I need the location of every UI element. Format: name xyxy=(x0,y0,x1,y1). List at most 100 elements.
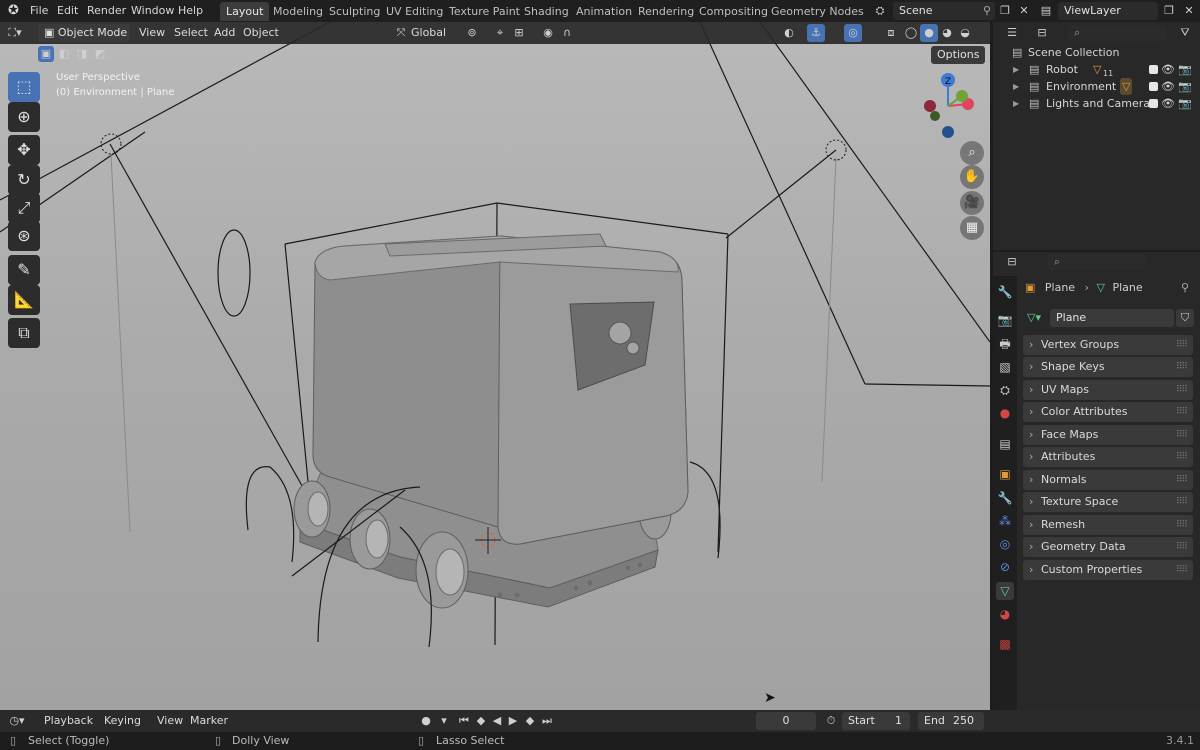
render-camera-icon[interactable]: 📷 xyxy=(1178,95,1192,112)
orientation-icon[interactable]: ⤧ xyxy=(392,24,410,42)
current-frame-field[interactable]: 0 xyxy=(756,712,816,730)
outliner-item[interactable]: ▶ ▤ Environment ▽ 👁 📷 xyxy=(993,78,1200,95)
tab-geometry-nodes[interactable]: Geometry Nodes xyxy=(765,2,870,21)
properties-type-icon[interactable]: ⊟ xyxy=(1003,253,1021,271)
drag-grip-icon[interactable]: ⠿⠿ xyxy=(1176,470,1188,490)
delete-view-layer-icon[interactable]: ✕ xyxy=(1180,2,1198,20)
eye-icon[interactable]: 👁 xyxy=(1161,61,1175,78)
snap-target-icon[interactable]: ⊞ xyxy=(510,24,528,42)
new-view-layer-icon[interactable]: ❐ xyxy=(1160,2,1178,20)
panel-vertex-groups[interactable]: › Vertex Groups ⠿⠿ xyxy=(1023,335,1193,355)
zoom-icon[interactable]: ⌕ xyxy=(960,141,984,165)
jump-end-icon[interactable]: ⏭ xyxy=(538,712,556,730)
outliner-type-icon[interactable]: ☰ xyxy=(1003,24,1021,42)
tab-texture-paint[interactable]: Texture Paint xyxy=(443,2,526,21)
snap-icon[interactable]: ⌖ xyxy=(491,24,509,42)
select-extend-icon[interactable]: ◧ xyxy=(56,46,72,62)
tab-layout[interactable]: Layout xyxy=(220,2,270,21)
expand-arrow-icon[interactable]: ▶ xyxy=(1013,61,1019,78)
menu-object[interactable]: Object xyxy=(243,22,279,44)
render-tab-icon[interactable]: 📷 xyxy=(996,311,1014,329)
measure-tool[interactable]: 📐 xyxy=(8,285,40,315)
drag-grip-icon[interactable]: ⠿⠿ xyxy=(1176,447,1188,467)
drag-grip-icon[interactable]: ⠿⠿ xyxy=(1176,380,1188,400)
drag-grip-icon[interactable]: ⠿⠿ xyxy=(1176,425,1188,445)
drag-grip-icon[interactable]: ⠿⠿ xyxy=(1176,560,1188,580)
pin-icon[interactable]: ⚲ xyxy=(983,2,991,20)
drag-grip-icon[interactable]: ⠿⠿ xyxy=(1176,335,1188,355)
modifier-tab-icon[interactable]: 🔧 xyxy=(996,489,1014,507)
scene-selector[interactable]: Scene ⚲ xyxy=(893,2,995,20)
menu-window[interactable]: Window xyxy=(131,0,174,22)
move-tool[interactable]: ✥ xyxy=(8,135,40,165)
menu-add[interactable]: Add xyxy=(214,22,235,44)
particles-tab-icon[interactable]: ⁂ xyxy=(996,512,1014,530)
view-layer-tab-icon[interactable]: ▧ xyxy=(996,358,1014,376)
transform-orientation[interactable]: Global xyxy=(411,22,446,44)
timeline-type-icon[interactable]: ◷▾ xyxy=(8,712,26,730)
end-frame-field[interactable]: End 250 xyxy=(918,712,984,730)
pan-hand-icon[interactable]: ✋ xyxy=(960,165,984,189)
panel-face-maps[interactable]: › Face Maps ⠿⠿ xyxy=(1023,425,1193,445)
play-icon[interactable]: ▶ xyxy=(504,712,522,730)
delete-scene-icon[interactable]: ✕ xyxy=(1015,2,1033,20)
view-layer-selector[interactable]: ViewLayer xyxy=(1058,2,1158,20)
visibility-icon[interactable]: ◐ xyxy=(780,24,798,42)
cursor-tool[interactable]: ⊕ xyxy=(8,102,40,132)
tab-rendering[interactable]: Rendering xyxy=(632,2,700,21)
scene-tab-icon[interactable]: ⛭ xyxy=(996,381,1014,399)
rendered-shading-icon[interactable]: ◒ xyxy=(956,24,974,42)
eye-icon[interactable]: 👁 xyxy=(1161,78,1175,95)
tab-uv-editing[interactable]: UV Editing xyxy=(380,2,449,21)
transform-tool[interactable]: ⊛ xyxy=(8,221,40,251)
mesh-data-tab-icon[interactable]: ▽ xyxy=(996,582,1014,600)
select-subtract-icon[interactable]: ◨ xyxy=(74,46,90,62)
physics-tab-icon[interactable]: ◎ xyxy=(996,535,1014,553)
view-layer-icon[interactable]: ▤ xyxy=(1037,2,1055,20)
mesh-datablock-icon[interactable]: ▽▾ xyxy=(1027,309,1041,327)
panel-shape-keys[interactable]: › Shape Keys ⠿⠿ xyxy=(1023,357,1193,377)
material-tab-icon[interactable]: ◕ xyxy=(996,605,1014,623)
tab-modeling[interactable]: Modeling xyxy=(267,2,329,21)
display-mode-icon[interactable]: ⊟ xyxy=(1033,24,1051,42)
collection-tab-icon[interactable]: ▤ xyxy=(996,435,1014,453)
exclude-checkbox[interactable] xyxy=(1149,99,1158,108)
solid-shading-icon[interactable]: ● xyxy=(920,24,938,42)
tool-tab-icon[interactable]: 🔧 xyxy=(996,283,1014,301)
select-new-icon[interactable]: ▣ xyxy=(38,46,54,62)
panel-normals[interactable]: › Normals ⠿⠿ xyxy=(1023,470,1193,490)
texture-tab-icon[interactable]: ▩ xyxy=(996,635,1014,653)
expand-arrow-icon[interactable]: ▶ xyxy=(1013,95,1019,112)
keying-set-icon[interactable]: ▾ xyxy=(435,712,453,730)
drag-grip-icon[interactable]: ⠿⠿ xyxy=(1176,402,1188,422)
scene-icon[interactable]: ⛭ xyxy=(871,2,889,20)
properties-search[interactable]: ⌕ xyxy=(1048,254,1145,270)
overlay-toggle-icon[interactable]: ◎ xyxy=(844,24,862,42)
eye-icon[interactable]: 👁 xyxy=(1161,95,1175,112)
filter-icon[interactable]: ⛛ xyxy=(1176,24,1194,42)
panel-texture-space[interactable]: › Texture Space ⠿⠿ xyxy=(1023,492,1193,512)
tab-sculpting[interactable]: Sculpting xyxy=(323,2,386,21)
select-box-tool[interactable]: ⬚ xyxy=(8,72,40,102)
menu-timeline-view[interactable]: View xyxy=(157,710,183,732)
object-tab-icon[interactable]: ▣ xyxy=(996,465,1014,483)
panel-attributes[interactable]: › Attributes ⠿⠿ xyxy=(1023,447,1193,467)
3d-viewport[interactable]: Z User Perspective (0) Environment | Pla… xyxy=(0,22,990,710)
exclude-checkbox[interactable] xyxy=(1149,82,1158,91)
tab-compositing[interactable]: Compositing xyxy=(693,2,774,21)
panel-remesh[interactable]: › Remesh ⠿⠿ xyxy=(1023,515,1193,535)
select-invert-icon[interactable]: ◩ xyxy=(92,46,108,62)
new-scene-icon[interactable]: ❐ xyxy=(996,2,1014,20)
panel-uv-maps[interactable]: › UV Maps ⠿⠿ xyxy=(1023,380,1193,400)
ortho-grid-icon[interactable]: ▦ xyxy=(960,216,984,240)
drag-grip-icon[interactable]: ⠿⠿ xyxy=(1176,537,1188,557)
exclude-checkbox[interactable] xyxy=(1149,65,1158,74)
tab-animation[interactable]: Animation xyxy=(570,2,638,21)
panel-custom-properties[interactable]: › Custom Properties ⠿⠿ xyxy=(1023,560,1193,580)
next-keyframe-icon[interactable]: ◆ xyxy=(521,712,539,730)
pin-icon[interactable]: ⚲ xyxy=(1181,279,1189,297)
expand-arrow-icon[interactable]: ▶ xyxy=(1013,78,1019,95)
outliner-item[interactable]: ▶ ▤ Robot ▽ 11 👁 📷 xyxy=(993,61,1200,78)
tab-shading[interactable]: Shading xyxy=(518,2,575,21)
menu-view[interactable]: View xyxy=(139,22,165,44)
